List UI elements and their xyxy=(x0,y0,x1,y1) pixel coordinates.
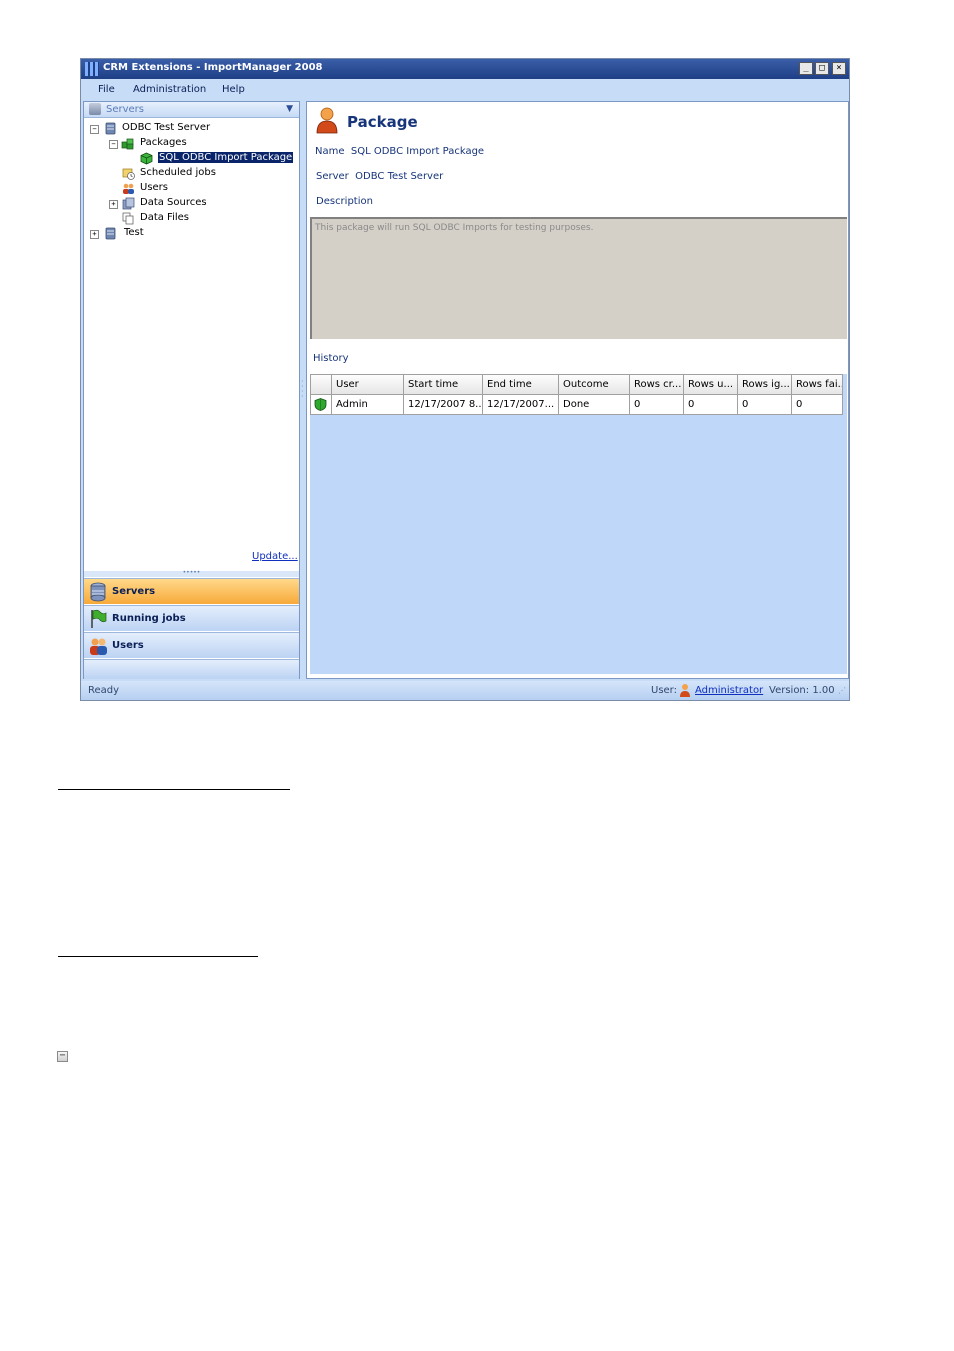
cell-outcome: Done xyxy=(559,395,630,414)
cell-start-time: 12/17/2007 8... xyxy=(404,395,483,414)
cell-rows-ignored: 0 xyxy=(738,395,792,414)
tree-collapse-icon[interactable]: − xyxy=(109,140,118,149)
column-header-status[interactable] xyxy=(311,375,332,394)
status-version: Version: 1.00 xyxy=(769,685,835,696)
column-header-end-time[interactable]: End time xyxy=(483,375,559,394)
server-label: Server xyxy=(316,171,349,182)
tree-node-label: ODBC Test Server xyxy=(122,122,211,133)
flag-icon xyxy=(91,609,107,628)
package-icon xyxy=(140,152,153,165)
column-header-outcome[interactable]: Outcome xyxy=(559,375,630,394)
data-files-icon xyxy=(122,212,134,225)
window-title: CRM Extensions - ImportManager 2008 xyxy=(103,62,323,73)
close-button[interactable]: × xyxy=(832,62,846,75)
heading-underline xyxy=(58,789,290,790)
collapse-icon[interactable]: − xyxy=(57,1051,68,1062)
table-row[interactable]: Admin 12/17/2007 8... 12/17/2007... Done… xyxy=(310,395,843,415)
nav-servers-label: Servers xyxy=(112,586,156,597)
resize-grip-icon[interactable]: ⋰ xyxy=(838,686,846,695)
menu-administration[interactable]: Administration xyxy=(133,84,206,95)
cell-user: Admin xyxy=(332,395,404,414)
server-icon xyxy=(105,227,116,240)
tree-node-label: SQL ODBC Import Package xyxy=(158,152,294,163)
menu-help[interactable]: Help xyxy=(222,84,245,95)
scheduled-jobs-icon xyxy=(122,168,135,180)
heading-underline xyxy=(58,956,258,957)
column-header-rows-failed[interactable]: Rows fai... xyxy=(792,375,842,394)
name-label: Name xyxy=(315,146,345,157)
data-sources-icon xyxy=(122,197,135,210)
maximize-button[interactable]: □ xyxy=(815,62,829,75)
column-header-rows-created[interactable]: Rows cr... xyxy=(630,375,684,394)
servers-pane-title: Servers xyxy=(106,104,145,115)
name-value: SQL ODBC Import Package xyxy=(350,146,485,157)
menu-file[interactable]: File xyxy=(98,84,115,95)
row-status-cell xyxy=(311,395,332,414)
package-user-icon xyxy=(316,107,338,134)
tree-collapse-icon[interactable]: − xyxy=(90,125,99,134)
user-icon xyxy=(680,684,690,697)
cell-rows-updated: 0 xyxy=(684,395,738,414)
nav-overflow-bar[interactable] xyxy=(84,659,299,679)
users-icon xyxy=(123,183,134,194)
column-header-start-time[interactable]: Start time xyxy=(404,375,483,394)
tree-node-label: Data Sources xyxy=(140,197,207,208)
nav-running-jobs-button[interactable]: Running jobs xyxy=(84,605,299,631)
status-bar: Ready User: Administrator Version: 1.00 … xyxy=(81,681,849,700)
users-icon xyxy=(90,638,107,655)
vertical-splitter[interactable]: · · · · xyxy=(301,378,304,401)
packages-icon xyxy=(121,138,134,150)
tree-node-label: Data Files xyxy=(140,212,189,223)
description-text: This package will run SQL ODBC Imports f… xyxy=(315,223,594,233)
collapse-pane-icon[interactable]: ▼ xyxy=(286,104,293,114)
nav-users-label: Users xyxy=(112,640,144,651)
title-bar[interactable]: CRM Extensions - ImportManager 2008 _ □ … xyxy=(81,59,849,79)
status-user-link[interactable]: Administrator xyxy=(695,685,763,696)
tree-node-label: Users xyxy=(140,182,169,193)
history-grid[interactable]: User Start time End time Outcome Rows cr… xyxy=(310,374,847,674)
servers-icon xyxy=(90,582,106,602)
tree-expand-icon[interactable]: + xyxy=(109,200,118,209)
name-field: Name SQL ODBC Import Package xyxy=(315,146,484,157)
status-text: Ready xyxy=(88,685,120,696)
history-label: History xyxy=(313,353,349,364)
servers-pane-header: Servers ▼ xyxy=(84,102,299,118)
tree-node-label: Test xyxy=(124,227,144,238)
nav-servers-button[interactable]: Servers xyxy=(84,578,299,604)
nav-running-jobs-label: Running jobs xyxy=(112,613,186,624)
cell-end-time: 12/17/2007... xyxy=(483,395,559,414)
minimize-button[interactable]: _ xyxy=(799,62,813,75)
tree-node-label: Packages xyxy=(140,137,187,148)
column-header-rows-ignored[interactable]: Rows ig... xyxy=(738,375,792,394)
servers-pane: Servers ▼ − ODBC Test Server − Packages xyxy=(83,101,300,679)
server-field: Server ODBC Test Server xyxy=(316,171,443,182)
page-title: Package xyxy=(347,113,418,131)
package-detail-pane: Package Name SQL ODBC Import Package Ser… xyxy=(306,101,849,679)
server-value: ODBC Test Server xyxy=(355,171,444,182)
description-label: Description xyxy=(316,196,373,207)
shield-success-icon xyxy=(314,398,327,411)
cell-rows-failed: 0 xyxy=(796,399,803,410)
description-textarea[interactable]: This package will run SQL ODBC Imports f… xyxy=(310,217,847,339)
update-link[interactable]: Update... xyxy=(252,551,298,562)
status-user-label: User: xyxy=(651,685,677,696)
cell-rows-created: 0 xyxy=(630,395,684,414)
column-header-user[interactable]: User xyxy=(332,375,404,394)
history-grid-header: User Start time End time Outcome Rows cr… xyxy=(310,374,843,395)
server-icon xyxy=(105,122,116,135)
app-window: CRM Extensions - ImportManager 2008 _ □ … xyxy=(80,58,850,701)
menu-bar: File Administration Help xyxy=(81,79,849,99)
column-header-rows-updated[interactable]: Rows u... xyxy=(684,375,738,394)
pane-splitter-grip[interactable]: ••••• xyxy=(84,570,299,577)
app-logo-icon xyxy=(85,62,99,76)
tree-expand-icon[interactable]: + xyxy=(90,230,99,239)
server-icon xyxy=(89,103,101,115)
nav-users-button[interactable]: Users xyxy=(84,632,299,658)
tree-node-label: Scheduled jobs xyxy=(140,167,216,178)
